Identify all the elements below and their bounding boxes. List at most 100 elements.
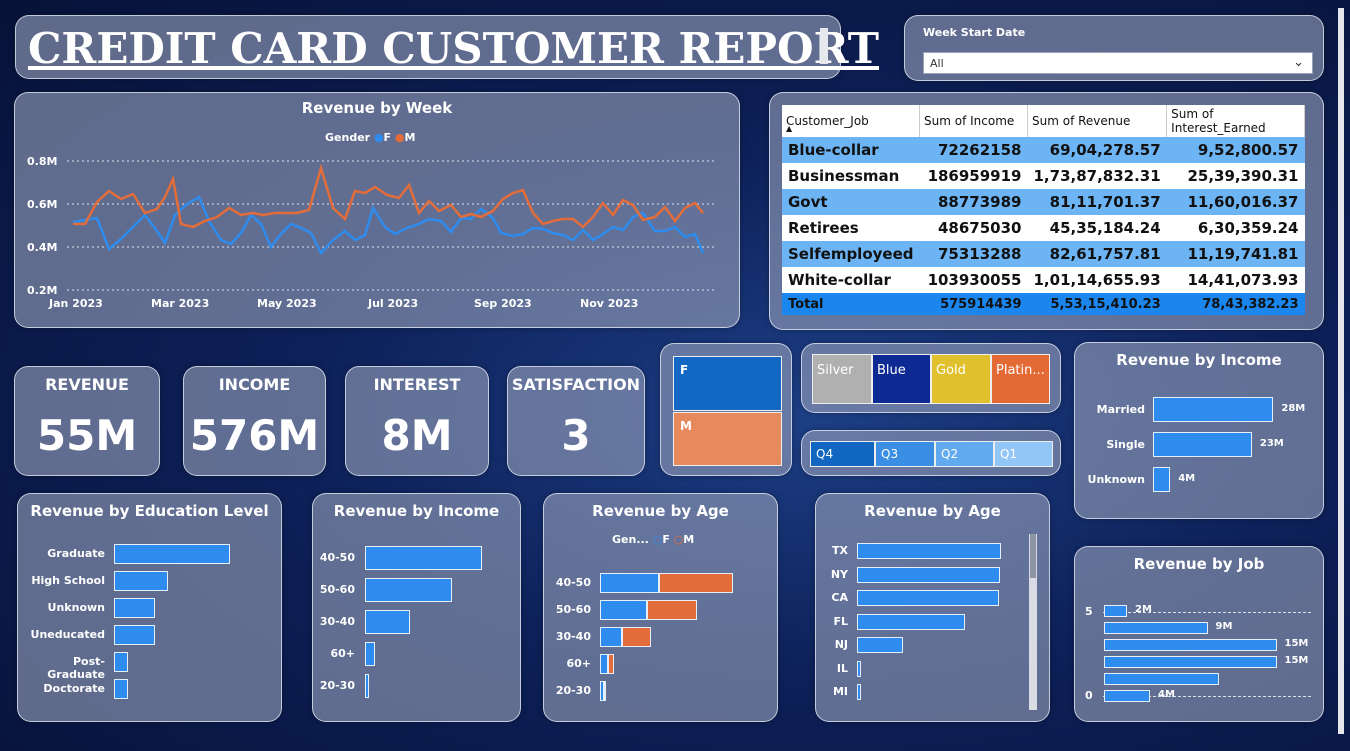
quarter-option-q3[interactable]: Q3 [875,441,935,467]
x-tick: Jan 2023 [48,297,103,310]
legend-label-m: M [683,533,695,546]
kpi-label: INTEREST [373,375,461,394]
bar[interactable] [114,652,128,672]
bar[interactable] [1104,622,1208,634]
bar[interactable] [114,625,155,645]
chart-title: Revenue by Age [864,502,1001,520]
card-option-silver[interactable]: Silver [812,354,872,404]
legend-dot-f: ○ [652,533,663,546]
column-header-interest[interactable]: Sum of Interest_Earned [1166,105,1305,137]
table-row[interactable]: Blue-collar 72262158 69,04,278.57 9,52,800.… [782,137,1305,163]
bar[interactable] [1104,690,1150,702]
category-label: IL [836,661,848,675]
kpi-card-income: INCOME 576M [183,366,326,476]
sort-arrow-icon[interactable]: ▲ [786,124,792,133]
category-label: MI [832,685,848,698]
card-option-platinum[interactable]: Platin... [991,354,1050,404]
bar-f[interactable] [600,654,608,674]
category-label: Married [1096,402,1145,416]
bar[interactable] [857,613,965,630]
category-label: NJ [834,638,848,651]
bar-f[interactable] [600,627,622,647]
cell-total-revenue: 5,53,15,410.23 [1027,293,1167,315]
bar[interactable] [365,546,482,570]
bar[interactable] [1104,639,1277,651]
bar[interactable] [1104,673,1219,685]
data-label: 28M [1281,402,1306,414]
column-header-income[interactable]: Sum of Income [919,105,1028,137]
gender-option-f[interactable]: F [673,356,782,411]
table-row[interactable]: Retirees 48675030 45,35,184.24 6,30,359.24 [782,215,1305,241]
bar-m[interactable] [621,627,652,647]
cell-revenue: 82,61,757.81 [1027,241,1167,267]
bar[interactable] [857,566,1000,583]
legend-title: Gen... [612,533,649,546]
bar[interactable] [365,610,411,634]
kpi-value: 8M [381,411,453,460]
bar-f[interactable] [600,600,647,620]
table-row[interactable]: Selfemployeed 75313288 82,61,757.81 11,19,7… [782,241,1305,267]
gender-option-m[interactable]: M [673,412,782,466]
cell-total-interest: 78,43,382.23 [1166,293,1305,315]
cell-total-income: 575914439 [919,293,1028,315]
quarter-option-q2[interactable]: Q2 [935,441,994,467]
table-row[interactable]: Businessman 186959919 1,73,87,832.31 25,39,… [782,163,1305,189]
quarter-option-q1[interactable]: Q1 [994,441,1053,467]
title-scrollbar[interactable] [820,28,828,64]
bar[interactable] [857,637,903,653]
bar-m[interactable] [658,573,733,593]
revenue-by-state-chart: Revenue by Age TX NY CA FL NJ IL MI [815,493,1050,722]
y-tick: 0.2M [27,284,57,297]
cell-job: White-collar [782,267,920,293]
bar[interactable] [114,571,169,591]
category-label: Doctorate [43,682,105,695]
cell-income: 88773989 [919,189,1028,215]
bar[interactable] [114,544,230,564]
card-option-gold[interactable]: Gold [931,354,991,404]
card-option-blue[interactable]: Blue [872,354,931,404]
revenue-by-age-gender-chart: Revenue by Age Gen... ○F ○M 40-50 50-60 30… [543,493,778,722]
series-f-line [72,195,705,256]
bar[interactable] [1104,656,1277,668]
bar-m[interactable] [646,600,698,620]
column-header-revenue[interactable]: Sum of Revenue [1027,105,1168,137]
column-header-customer-job[interactable]: Customer_Job ▲ [782,105,920,137]
kpi-label: REVENUE [45,375,129,394]
bar[interactable] [857,543,1001,559]
category-label: 50-60 [555,603,591,616]
bar[interactable] [365,674,370,698]
table-row[interactable]: White-collar 103930055 1,01,14,655.93 14,41… [782,267,1305,293]
dropdown-value: All [930,57,944,70]
quarter-option-q4[interactable]: Q4 [810,441,875,467]
chart-title: Revenue by Job [1133,555,1265,573]
bar-m[interactable] [607,654,615,674]
table-row[interactable]: Govt 88773989 81,11,701.37 11,60,016.37 [782,189,1305,215]
bar[interactable] [857,660,861,677]
kpi-value: 576M [189,411,320,460]
scrollbar-thumb[interactable] [1030,534,1036,578]
chart-scrollbar[interactable] [1029,534,1037,710]
table-header-row: Customer_Job ▲ Sum of Income Sum of Reven… [782,105,1305,137]
page-scrollbar[interactable] [1338,8,1344,734]
bar[interactable] [365,642,375,666]
chevron-down-icon[interactable]: ⌄ [1293,55,1304,70]
bar[interactable] [1104,605,1127,617]
bar-f[interactable] [600,573,659,593]
bar[interactable] [1153,432,1252,457]
bar[interactable] [857,684,861,700]
chart-title: Revenue by Income [1116,351,1282,369]
x-tick: May 2023 [257,297,317,310]
table-total-row: Total 575914439 5,53,15,410.23 78,43,382.23 [782,293,1305,315]
bar[interactable] [1153,397,1274,422]
y-tick: 0 [1085,689,1093,702]
category-label: TX [832,544,848,557]
bar-m[interactable] [603,681,607,701]
bar[interactable] [857,590,999,606]
bar[interactable] [114,679,128,699]
cell-income: 186959919 [919,163,1028,189]
bar[interactable] [1153,467,1171,492]
bar[interactable] [114,598,155,618]
bar[interactable] [365,578,453,602]
week-start-dropdown[interactable]: All ⌄ [923,52,1313,74]
data-label: 4M [1158,689,1175,700]
